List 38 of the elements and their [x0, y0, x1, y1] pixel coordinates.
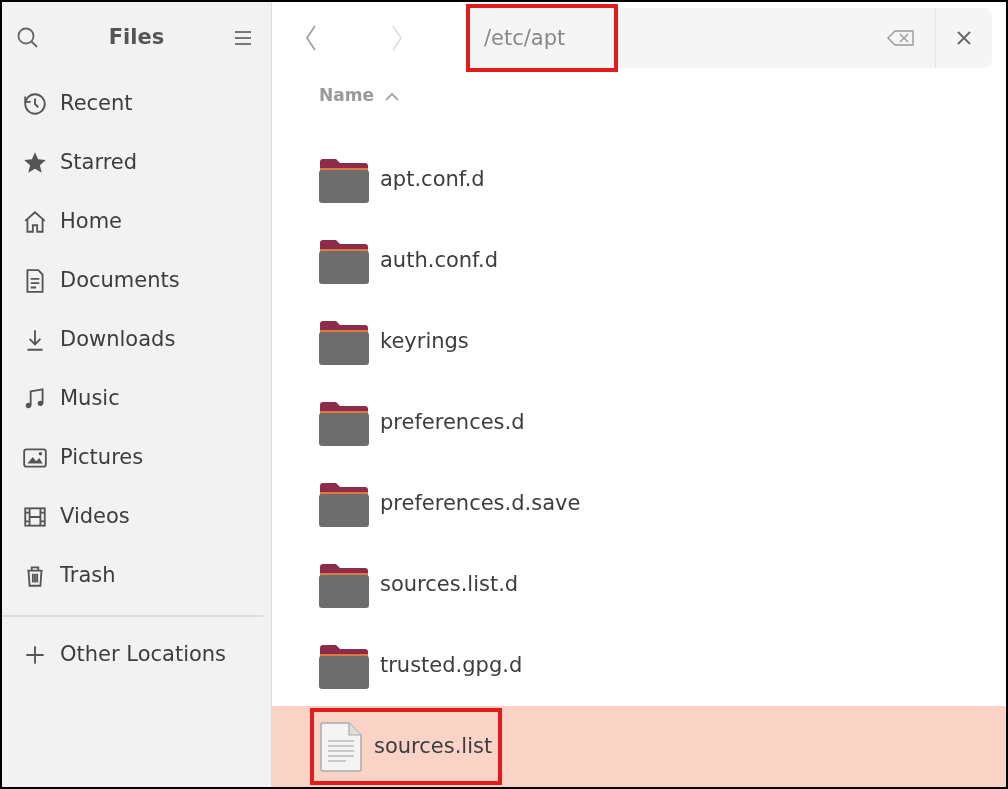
sidebar-item[interactable]: Trash: [2, 546, 271, 605]
sidebar-item[interactable]: Videos: [2, 487, 271, 546]
backspace-icon: [887, 29, 915, 48]
sidebar-item[interactable]: Pictures: [2, 428, 271, 487]
sidebar-item[interactable]: Other Locations: [2, 625, 271, 684]
file-name: keyrings: [380, 327, 469, 355]
file-name: preferences.d: [380, 408, 525, 436]
search-icon[interactable]: [16, 26, 40, 50]
clear-button[interactable]: [867, 7, 935, 68]
chevron-right-icon: [390, 23, 404, 52]
menu-icon[interactable]: [233, 29, 253, 47]
file-row[interactable]: keyrings: [272, 301, 1006, 382]
file-row[interactable]: sources.list: [272, 706, 1006, 787]
sidebar-item[interactable]: Home: [2, 192, 271, 251]
app-title: Files: [108, 24, 165, 52]
home-icon: [22, 208, 48, 235]
file-row[interactable]: apt.conf.d: [272, 139, 1006, 220]
sidebar-item[interactable]: Starred: [2, 133, 271, 192]
file-name: sources.list.d: [380, 570, 519, 598]
file-row[interactable]: preferences.d: [272, 382, 1006, 463]
sidebar-item[interactable]: Documents: [2, 251, 271, 310]
file-name: apt.conf.d: [380, 165, 485, 193]
file-row[interactable]: auth.conf.d: [272, 220, 1006, 301]
clock-icon: [22, 90, 48, 117]
close-icon: [956, 30, 972, 47]
file-name: preferences.d.save: [380, 489, 581, 517]
sidebar-item[interactable]: Downloads: [2, 310, 271, 369]
file-name: trusted.gpg.d: [380, 651, 523, 679]
chevron-left-icon: [304, 23, 318, 52]
sidebar-item[interactable]: Music: [2, 369, 271, 428]
file-row[interactable]: preferences.d.save: [272, 463, 1006, 544]
file-row[interactable]: trusted.gpg.d: [272, 625, 1006, 706]
file-name: auth.conf.d: [380, 246, 498, 274]
file-name: sources.list: [374, 732, 493, 760]
close-button[interactable]: [935, 7, 992, 68]
sidebar-item[interactable]: Recent: [2, 74, 271, 133]
file-row[interactable]: sources.list.d: [272, 544, 1006, 625]
text-file-icon: [318, 720, 364, 773]
